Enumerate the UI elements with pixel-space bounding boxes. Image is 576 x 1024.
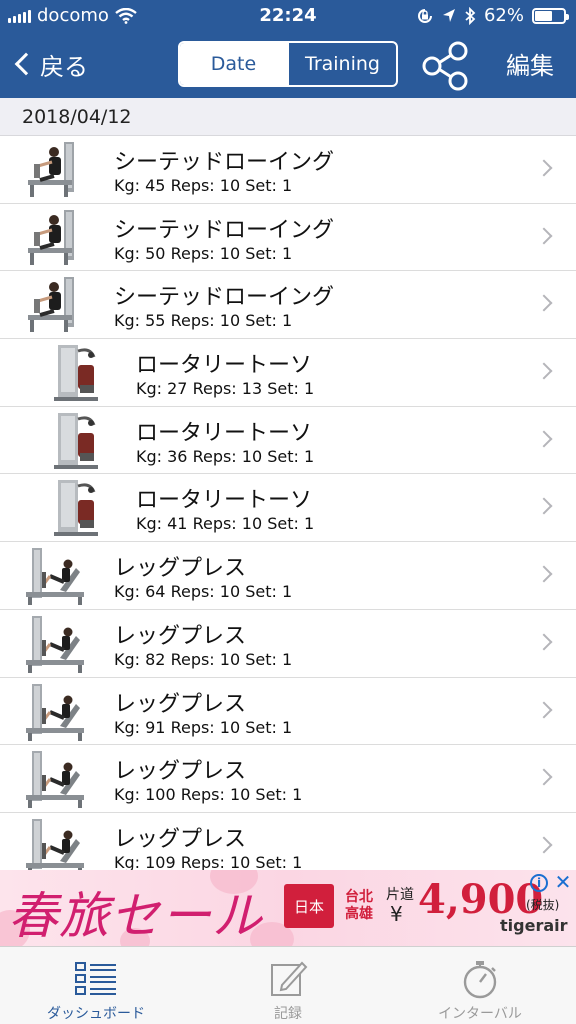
chevron-right-icon [535, 159, 553, 177]
rotary-torso-machine-image [44, 478, 108, 538]
workout-name: レッグプレス [114, 623, 247, 649]
ad-tax-note: (税抜) [526, 898, 560, 912]
status-right: 62% [416, 5, 569, 26]
ad-yen-symbol: ¥ [390, 902, 403, 926]
workout-name: レッグプレス [114, 826, 247, 852]
view-segmented-control: Date Training [178, 41, 398, 87]
segment-date[interactable]: Date [180, 43, 287, 85]
workout-row[interactable]: ロータリートーソ Kg: 41 Reps: 10 Set: 1 [0, 474, 576, 543]
seated-row-machine-image [24, 275, 88, 335]
section-date: 2018/04/12 [22, 106, 132, 128]
ad-one-way: 片道 [386, 887, 414, 903]
workout-detail: Kg: 109 Reps: 10 Set: 1 [114, 852, 303, 870]
orientation-lock-icon [418, 8, 432, 23]
battery-icon [532, 7, 569, 24]
workout-name: シーテッドローイング [114, 217, 335, 243]
workout-row[interactable]: シーテッドローイング Kg: 50 Reps: 10 Set: 1 [0, 203, 576, 272]
workout-row[interactable]: ロータリートーソ Kg: 27 Reps: 13 Set: 1 [0, 339, 576, 407]
share-icon[interactable] [420, 38, 474, 92]
workout-name: ロータリートーソ [136, 420, 313, 446]
tab-bar: ダッシュボード 記録 インターバル [0, 946, 576, 1024]
tab-dashboard-label: ダッシュボード [47, 1006, 145, 1022]
chevron-right-icon [535, 836, 553, 854]
ad-route-to-line1: 台北 [345, 889, 373, 906]
chevron-left-icon [14, 52, 38, 76]
workout-row[interactable]: レッグプレス Kg: 109 Reps: 10 Set: 1 [0, 812, 576, 870]
chevron-right-icon [535, 768, 553, 786]
seated-row-machine-image [24, 140, 88, 200]
header: docomo 22:24 62% 戻る Date Training 編集 [0, 0, 576, 98]
workout-row[interactable]: シーテッドローイング Kg: 55 Reps: 10 Set: 1 [0, 271, 576, 340]
leg-press-machine-image [24, 817, 88, 870]
workout-detail: Kg: 36 Reps: 10 Set: 1 [136, 446, 315, 466]
ad-route-to-line2: 高雄 [345, 906, 373, 922]
workout-name: ロータリートーソ [136, 488, 313, 514]
workout-row[interactable]: ロータリートーソ Kg: 36 Reps: 10 Set: 1 [0, 406, 576, 475]
workout-name: ロータリートーソ [136, 353, 313, 379]
ad-title: 春旅セール [8, 887, 263, 945]
battery-percent: 62% [483, 5, 524, 26]
chevron-right-icon [535, 497, 553, 515]
ad-route-from: 日本 [284, 884, 334, 928]
back-button[interactable]: 戻る [12, 44, 88, 84]
workout-detail: Kg: 41 Reps: 10 Set: 1 [136, 514, 315, 534]
leg-press-machine-image [24, 682, 88, 742]
workout-detail: Kg: 82 Reps: 10 Set: 1 [114, 649, 293, 669]
workout-detail: Kg: 27 Reps: 13 Set: 1 [136, 379, 315, 399]
rotary-torso-machine-image [44, 411, 108, 471]
workout-row[interactable]: レッグプレス Kg: 100 Reps: 10 Set: 1 [0, 745, 576, 813]
workout-detail: Kg: 45 Reps: 10 Set: 1 [114, 176, 293, 195]
edit-button[interactable]: 編集 [506, 46, 554, 81]
workout-row[interactable]: レッグプレス Kg: 91 Reps: 10 Set: 1 [0, 677, 576, 746]
workout-row[interactable]: レッグプレス Kg: 82 Reps: 10 Set: 1 [0, 609, 576, 678]
ad-banner[interactable]: 春旅セール 日本 台北 高雄 片道 ¥ 4,900 (税抜) tigerair … [0, 870, 576, 946]
bluetooth-icon [465, 6, 476, 25]
workout-detail: Kg: 91 Reps: 10 Set: 1 [114, 717, 293, 737]
close-icon[interactable]: ✕ [554, 872, 572, 892]
workout-name: レッグプレス [114, 556, 247, 582]
edit-record-icon [271, 961, 308, 996]
tab-dashboard[interactable]: ダッシュボード [0, 947, 192, 1024]
workout-name: シーテッドローイング [114, 285, 335, 311]
workout-list[interactable]: シーテッドローイング Kg: 45 Reps: 10 Set: 1 シーテッドローイ… [0, 136, 576, 870]
tab-record-label: 記録 [274, 1006, 302, 1022]
chevron-right-icon [535, 633, 553, 651]
stopwatch-icon [463, 961, 497, 999]
chevron-right-icon [535, 430, 553, 448]
workout-detail: Kg: 50 Reps: 10 Set: 1 [114, 243, 293, 263]
workout-detail: Kg: 100 Reps: 10 Set: 1 [114, 785, 303, 805]
tab-interval[interactable]: インターバル [384, 947, 576, 1024]
workout-name: レッグプレス [114, 759, 247, 785]
chevron-right-icon [535, 362, 553, 380]
section-header: 2018/04/12 [0, 98, 576, 136]
seated-row-machine-image [24, 208, 88, 268]
chevron-right-icon [535, 701, 553, 718]
workout-row[interactable]: シーテッドローイング Kg: 45 Reps: 10 Set: 1 [0, 136, 576, 204]
leg-press-machine-image [24, 546, 88, 606]
workout-detail: Kg: 64 Reps: 10 Set: 1 [114, 582, 293, 602]
tab-record[interactable]: 記録 [192, 947, 384, 1024]
battery-fill [535, 10, 553, 21]
segment-training[interactable]: Training [287, 43, 396, 85]
chevron-right-icon [535, 227, 553, 245]
workout-name: レッグプレス [114, 691, 247, 717]
dashboard-icon [75, 962, 116, 995]
location-icon [442, 8, 455, 22]
info-icon[interactable]: i [530, 874, 548, 892]
leg-press-machine-image [24, 614, 88, 674]
tab-interval-label: インターバル [438, 1006, 522, 1022]
rotary-torso-machine-image [44, 343, 108, 403]
chevron-right-icon [535, 294, 553, 312]
workout-name: シーテッドローイング [114, 150, 335, 175]
leg-press-machine-image [24, 749, 88, 809]
workout-row[interactable]: レッグプレス Kg: 64 Reps: 10 Set: 1 [0, 542, 576, 610]
chevron-right-icon [535, 565, 553, 583]
back-label: 戻る [40, 52, 88, 81]
nav-bar: 戻る Date Training 編集 [0, 32, 576, 98]
status-bar: docomo 22:24 62% [0, 0, 576, 32]
ad-brand: tigerair [500, 916, 568, 935]
ad-route-to: 台北 高雄 [337, 878, 381, 934]
workout-detail: Kg: 55 Reps: 10 Set: 1 [114, 311, 293, 331]
